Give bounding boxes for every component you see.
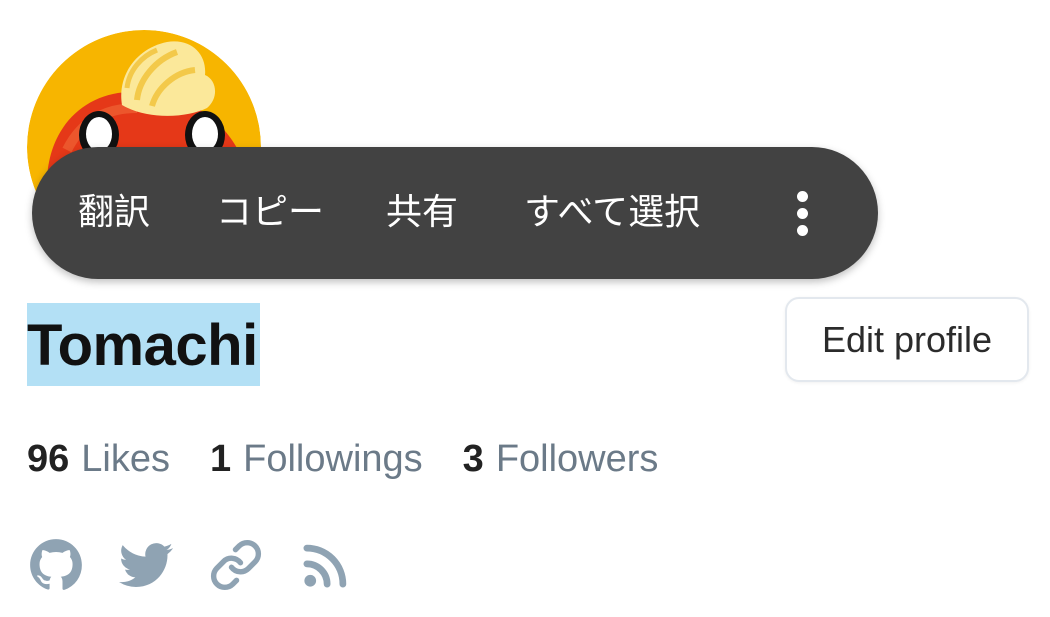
followings-label: Followings	[243, 438, 423, 480]
share-button[interactable]: 共有	[386, 195, 458, 231]
text-selection-toolbar: 翻訳 コピー 共有 すべて選択	[32, 147, 878, 279]
profile-stats: 96 Likes 1 Followings 3 Followers	[27, 438, 658, 488]
copy-button[interactable]: コピー	[216, 195, 324, 231]
translate-button[interactable]: 翻訳	[78, 195, 150, 231]
more-dot	[796, 224, 808, 236]
more-dot	[796, 190, 808, 202]
followers-label: Followers	[495, 438, 659, 480]
likes-stat[interactable]: 96 Likes	[27, 438, 170, 481]
followers-count: 3	[462, 438, 484, 480]
twitter-icon[interactable]	[119, 538, 173, 592]
likes-label: Likes	[81, 438, 170, 480]
link-icon[interactable]	[209, 538, 263, 592]
followings-count: 1	[210, 438, 232, 480]
more-vertical-icon[interactable]	[780, 183, 824, 243]
profile-page: Tomachi Edit profile 翻訳 コピー 共有 すべて選択 96 …	[0, 0, 1050, 617]
likes-count: 96	[27, 438, 70, 480]
rss-icon[interactable]	[299, 538, 353, 592]
followers-stat[interactable]: 3 Followers	[463, 438, 659, 481]
profile-name[interactable]: Tomachi	[27, 303, 260, 386]
github-icon[interactable]	[29, 538, 83, 592]
followings-stat[interactable]: 1 Followings	[210, 438, 423, 481]
select-all-button[interactable]: すべて選択	[524, 195, 700, 231]
edit-profile-button[interactable]: Edit profile	[785, 297, 1029, 382]
social-links	[29, 538, 353, 592]
more-dot	[796, 207, 808, 219]
